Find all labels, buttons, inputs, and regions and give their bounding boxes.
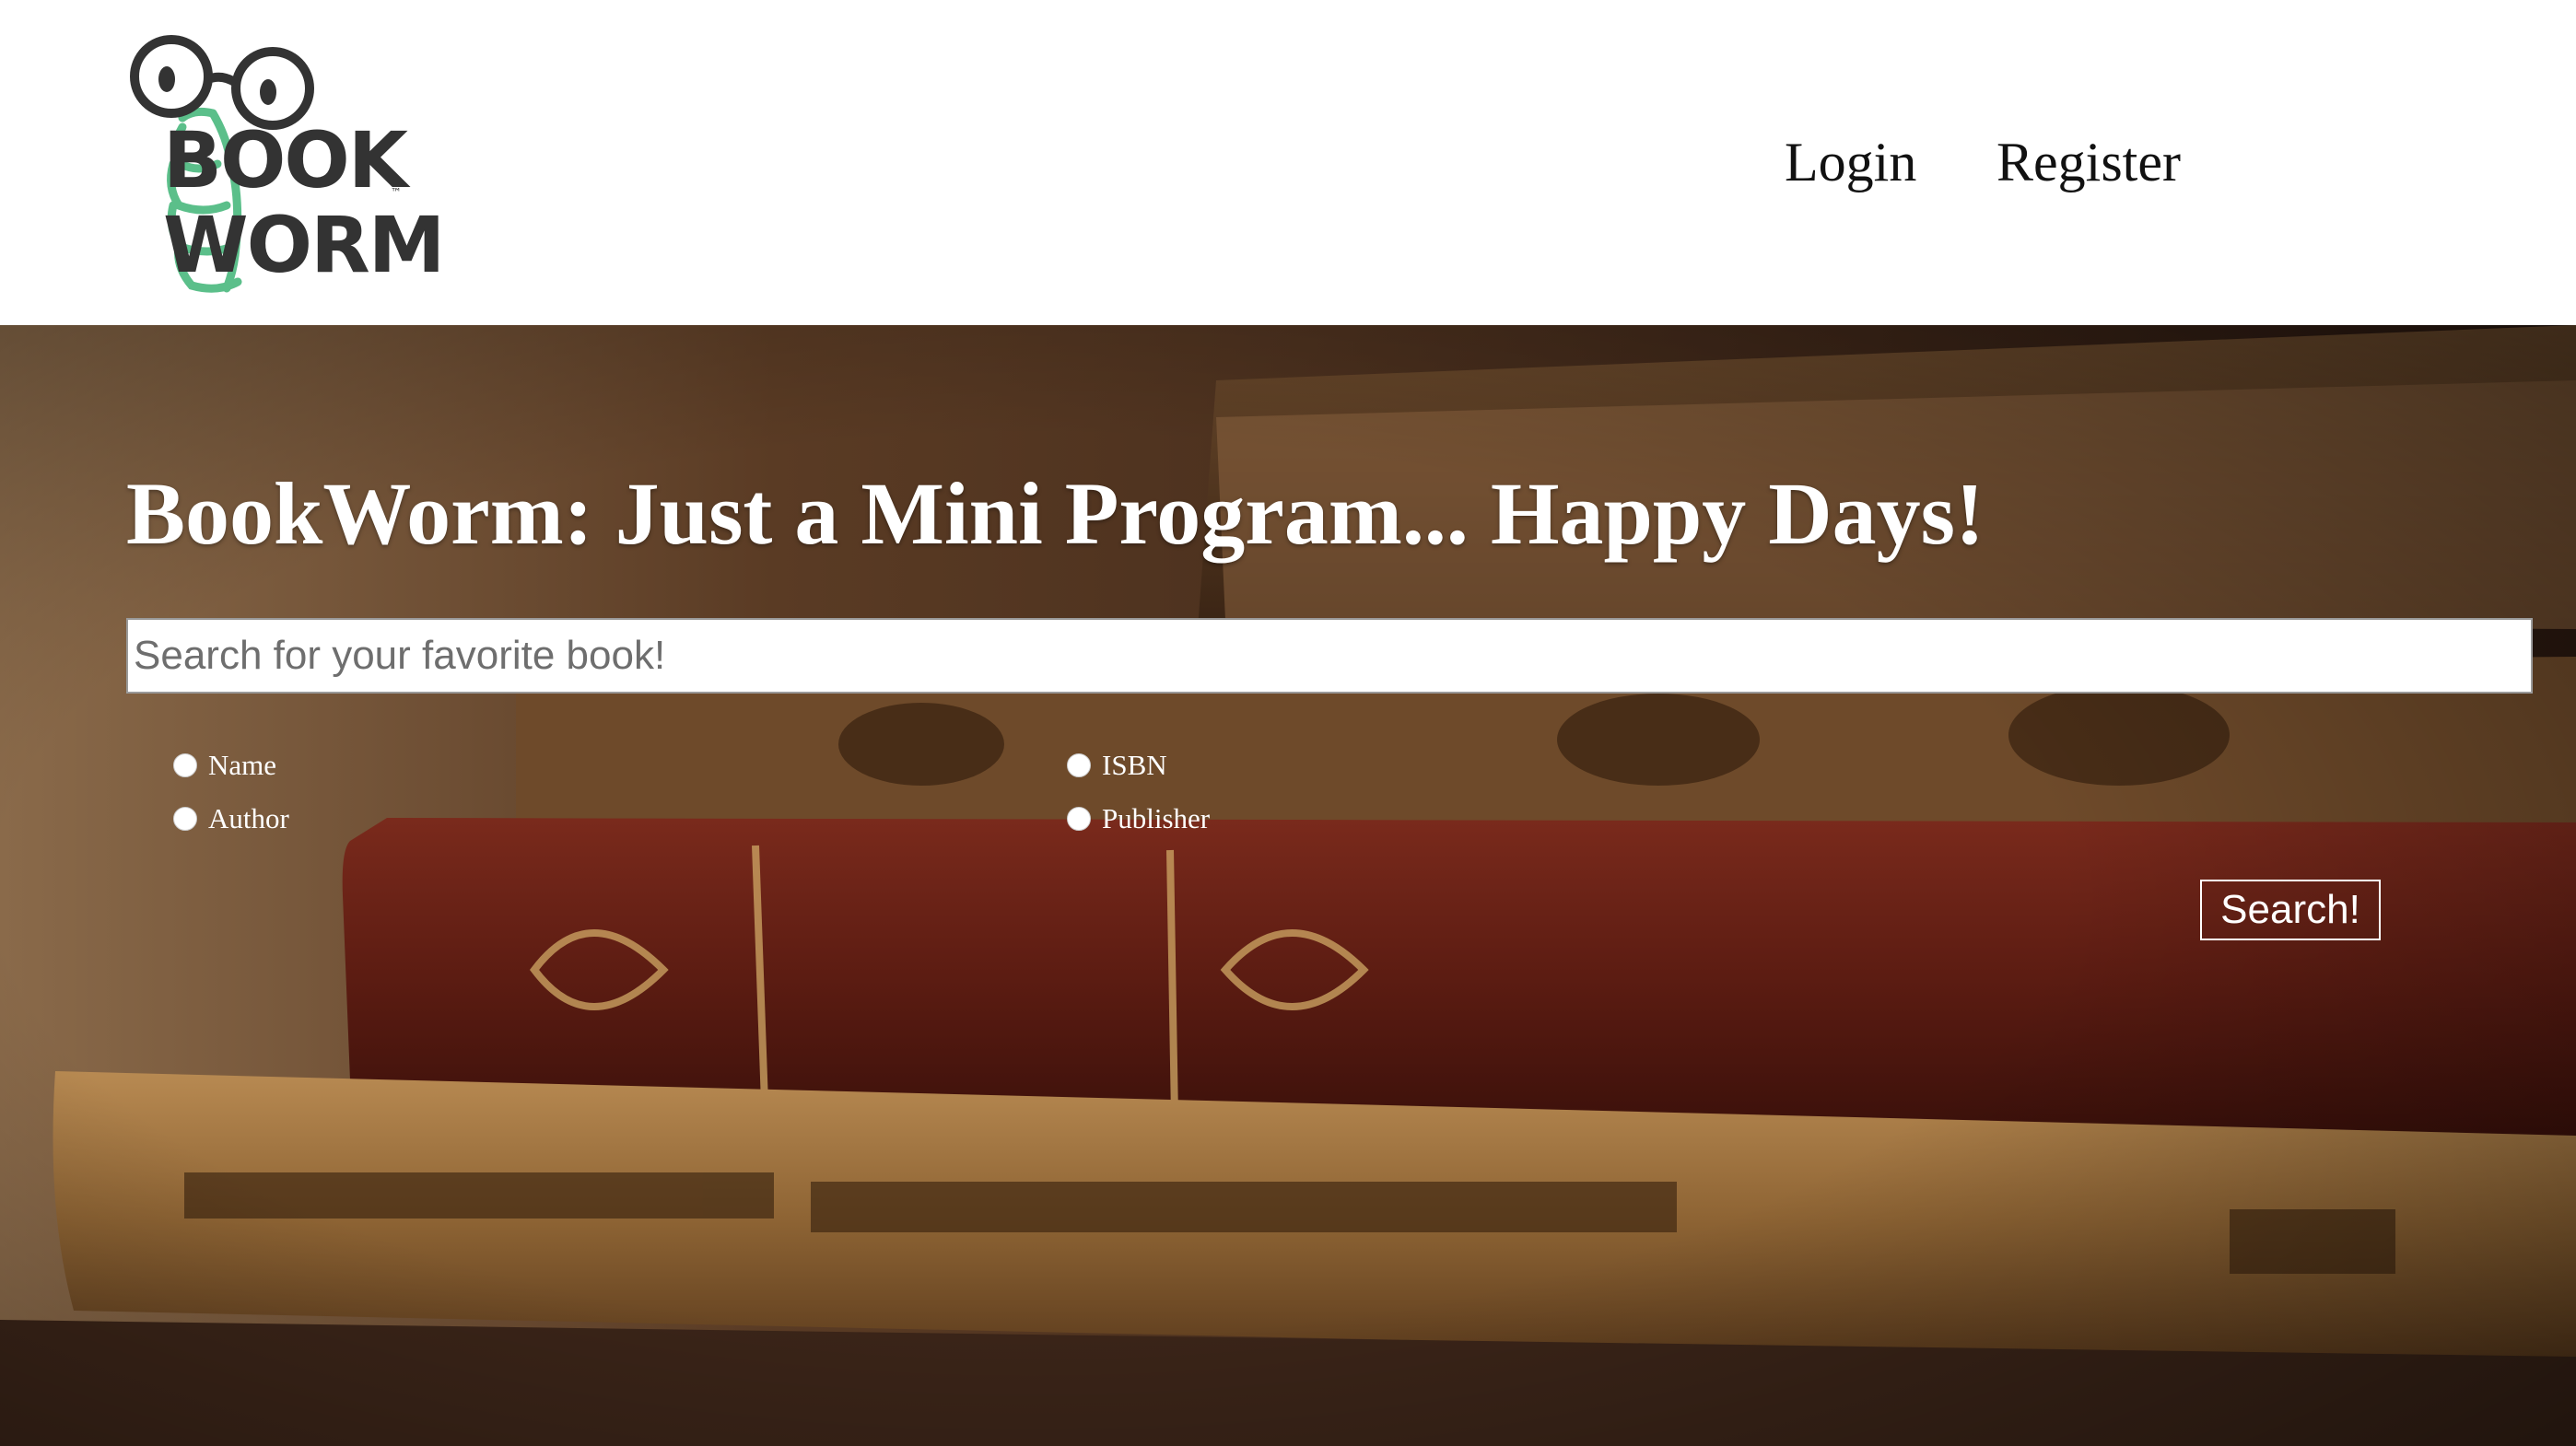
search-option-label: ISBN (1102, 749, 1167, 781)
login-link[interactable]: Login (1785, 125, 1916, 199)
radio-button[interactable] (173, 753, 197, 777)
logo-line-worm: WORM (163, 200, 445, 290)
search-option-label: Name (208, 749, 277, 781)
search-option-label: Publisher (1102, 802, 1211, 834)
page-title: BookWorm: Just a Mini Program... Happy D… (126, 464, 1985, 563)
radio-button[interactable] (1067, 807, 1091, 831)
search-option-author[interactable]: Author (173, 800, 289, 837)
radio-button[interactable] (173, 807, 197, 831)
search-option-label: Author (208, 802, 289, 834)
search-option-name[interactable]: Name (173, 747, 276, 784)
search-option-publisher[interactable]: Publisher (1067, 800, 1210, 837)
radio-button[interactable] (1067, 753, 1091, 777)
search-option-isbn[interactable]: ISBN (1067, 747, 1167, 784)
register-link[interactable]: Register (1996, 125, 2181, 199)
logo-wordmark: BOOK WORM (163, 118, 445, 290)
search-input[interactable] (126, 618, 2533, 694)
search-button[interactable]: Search! (2200, 880, 2381, 940)
logo-trademark: ™ (391, 186, 402, 199)
hero-section: BookWorm: Just a Mini Program... Happy D… (0, 325, 2576, 1446)
site-header: BOOK WORM ™ Login Register (0, 0, 2576, 325)
